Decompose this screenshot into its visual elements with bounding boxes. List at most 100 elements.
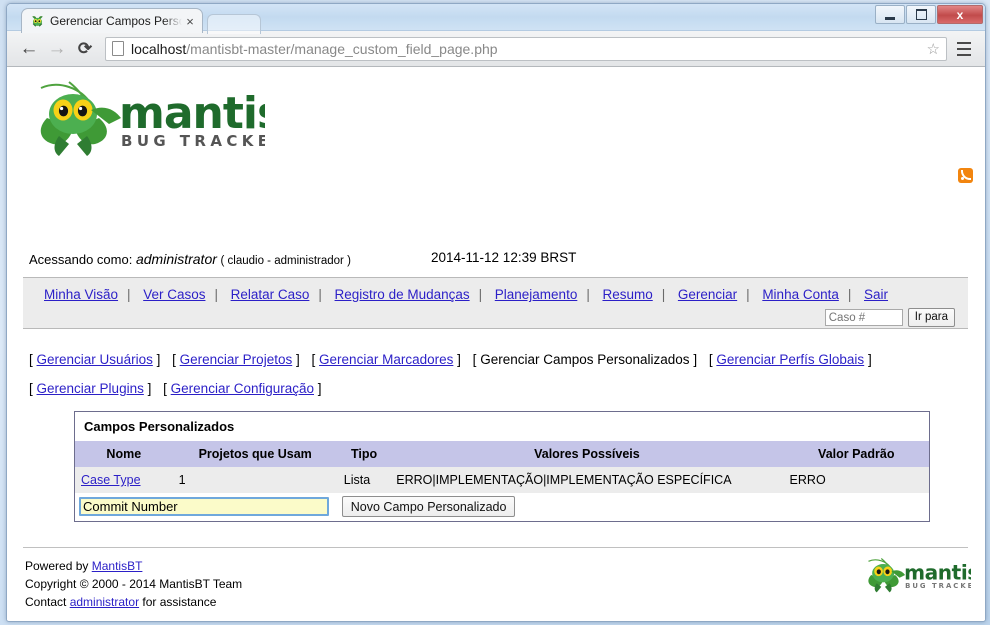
maximize-icon [915,9,927,20]
new-field-button-cell: Novo Campo Personalizado [337,493,929,521]
manage-link-group: [ Gerenciar Plugins ] [29,381,151,396]
cell-valores: ERRO|IMPLEMENTAÇÃO|IMPLEMENTAÇÃO ESPECÍF… [390,467,784,493]
custom-field-link[interactable]: Case Type [81,473,141,487]
footer-divider [23,547,968,548]
manage-link-group: [ Gerenciar Usuários ] [29,352,160,367]
cell-valor-padrao: ERRO [783,467,929,493]
manage-link-configuracao[interactable]: Gerenciar Configuração [171,381,314,396]
bookmark-star-icon[interactable]: ☆ [921,40,940,58]
contact-administrator-link[interactable]: administrator [70,595,139,609]
access-label: Acessando como: [29,252,133,267]
bracket: ] [147,381,152,396]
browser-tab[interactable]: Gerenciar Campos Person × [21,8,203,33]
manage-link-plugins[interactable]: Gerenciar Plugins [37,381,144,396]
window-controls: x [874,5,983,24]
new-tab-button[interactable] [207,14,261,34]
manage-link-group-current: [ Gerenciar Campos Personalizados ] [473,352,697,367]
footer-contact: Contact administrator for assistance [25,593,242,611]
goto-issue-form: Ir para [824,308,955,327]
menu-item-relatar-caso[interactable]: Relatar Caso [231,287,310,302]
menu-item-registro-de-mudancas[interactable]: Registro de Mudanças [335,287,470,302]
server-datetime: 2014-11-12 12:39 BRST [431,250,577,265]
new-custom-field-button[interactable]: Novo Campo Personalizado [341,496,516,517]
menu-item-minha-conta[interactable]: Minha Conta [762,287,839,302]
cell-tipo: Lista [337,467,391,493]
close-window-button[interactable]: x [937,5,983,24]
menu-separator: | [746,287,750,302]
panel-title: Campos Personalizados [75,412,929,441]
bracket: ] [295,352,300,367]
menu-item-sair[interactable]: Sair [864,287,888,302]
tab-title: Gerenciar Campos Person [50,14,182,28]
svg-text:mantis: mantis [904,561,971,585]
powered-prefix: Powered by [25,559,89,573]
manage-link-usuarios[interactable]: Gerenciar Usuários [37,352,153,367]
menu-item-ver-casos[interactable]: Ver Casos [143,287,205,302]
cell-projetos: 1 [172,467,338,493]
main-menu-links: Minha Visão | Ver Casos | Relatar Caso | Re… [35,287,897,302]
url-path: /mantisbt-master/manage_custom_field_pag… [186,40,498,57]
realname: ( claudio - administrador ) [220,255,351,267]
manage-link-projetos[interactable]: Gerenciar Projetos [180,352,293,367]
contact-prefix: Contact [25,595,67,609]
col-header-valores: Valores Possíveis [390,441,784,467]
browser-titlebar: Gerenciar Campos Person × x [7,4,985,34]
url-text: localhost/mantisbt-master/manage_custom_… [131,41,498,57]
manage-link-group: [ Gerenciar Marcadores ] [312,352,461,367]
bracket: ] [457,352,461,367]
menu-separator: | [214,287,218,302]
menu-separator: | [318,287,322,302]
menu-item-resumo[interactable]: Resumo [602,287,652,302]
manage-link-marcadores[interactable]: Gerenciar Marcadores [319,352,453,367]
menu-separator: | [847,287,852,302]
new-custom-field-name-input[interactable] [79,497,329,516]
bracket: [ [472,352,477,367]
minimize-button[interactable] [875,5,905,24]
forward-icon[interactable]: → [43,35,71,63]
menu-item-planejamento[interactable]: Planejamento [495,287,578,302]
bracket: [ [163,381,167,396]
mantis-favicon-icon [32,16,43,27]
new-field-input-cell [75,493,338,521]
maximize-button[interactable] [906,5,936,24]
bracket: ] [156,352,161,367]
menu-separator: | [586,287,590,302]
mantisbt-link[interactable]: MantisBT [92,559,143,573]
page-content: mantis BUG TRACKER Acessando como: admin… [7,67,985,620]
rss-feed-icon[interactable] [958,168,973,183]
svg-text:BUG TRACKER: BUG TRACKER [121,132,265,150]
manage-link-campos-personalizados-current: Gerenciar Campos Personalizados [480,352,690,367]
new-field-row: Novo Campo Personalizado [75,493,929,521]
tab-close-icon[interactable]: × [182,15,198,28]
manage-link-perfis-globais[interactable]: Gerenciar Perfís Globais [716,352,864,367]
browser-window: Gerenciar Campos Person × x ← → ⟳ localh… [6,3,986,622]
bracket: ] [317,381,322,396]
bracket: [ [29,381,33,396]
manage-link-group: [ Gerenciar Configuração ] [163,381,321,396]
svg-text:BUG TRACKER: BUG TRACKER [905,582,971,590]
footer-powered-by: Powered by MantisBT [25,557,242,575]
bracket: [ [311,352,316,367]
bracket: [ [708,352,713,367]
browser-menu-icon[interactable] [951,36,977,62]
reload-icon[interactable]: ⟳ [71,35,99,63]
goto-issue-button[interactable]: Ir para [907,308,955,327]
custom-fields-panel: Campos Personalizados Nome Projetos que … [74,411,930,522]
address-bar[interactable]: localhost/mantisbt-master/manage_custom_… [105,36,947,61]
back-icon[interactable]: ← [15,35,43,63]
url-host: localhost [131,40,187,57]
goto-issue-input[interactable] [824,309,903,326]
footer-mantis-logo: mantis BUG TRACKER [863,555,980,598]
menu-item-gerenciar[interactable]: Gerenciar [678,287,737,302]
logged-in-as: Acessando como: administrator ( claudio … [29,251,351,267]
table-header-row: Nome Projetos que Usam Tipo Valores Poss… [75,441,929,467]
username: administrator [135,251,217,267]
menu-separator: | [478,287,483,302]
page-footer: Powered by MantisBT Copyright © 2000 - 2… [25,557,242,611]
menu-item-minha-visao[interactable]: Minha Visão [44,287,118,302]
col-header-nome: Nome [75,441,173,467]
minimize-icon [885,16,895,20]
table-row: Case Type 1 Lista ERRO|IMPLEMENTAÇÃO|IMP… [75,467,929,493]
bracket: [ [29,352,33,367]
footer-copyright: Copyright © 2000 - 2014 MantisBT Team [25,577,243,591]
